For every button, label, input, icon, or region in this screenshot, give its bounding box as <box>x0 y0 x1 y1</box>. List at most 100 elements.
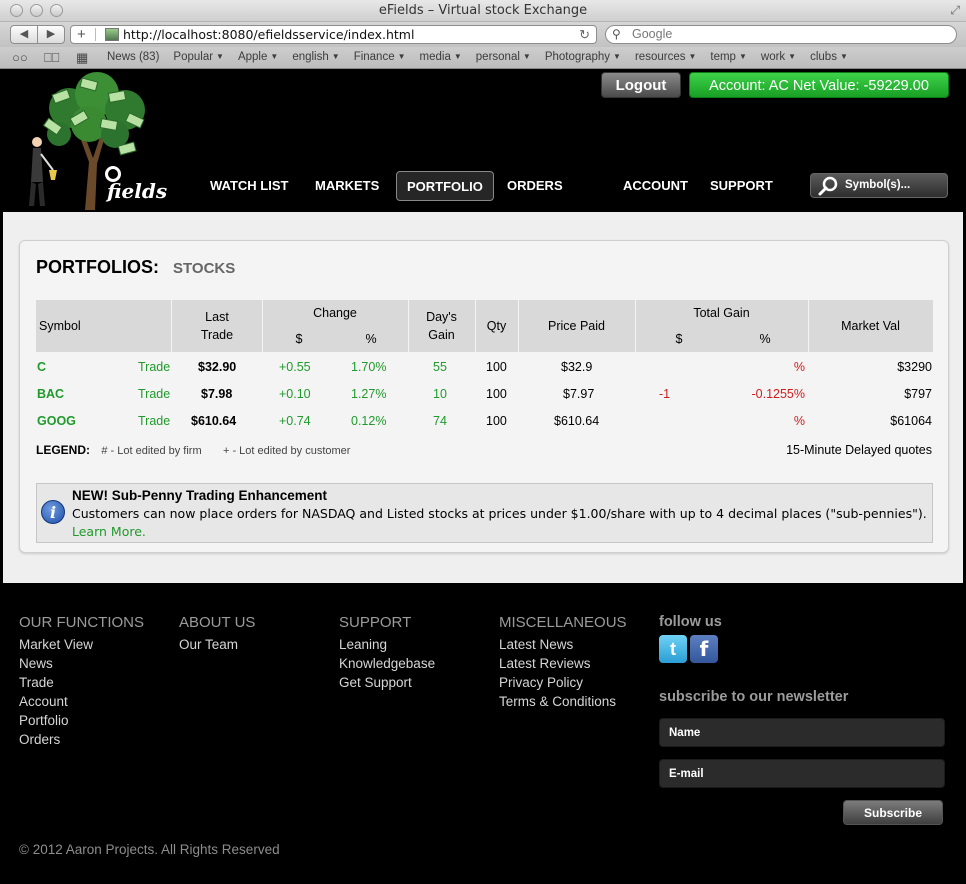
reload-icon[interactable]: ↻ <box>579 26 590 43</box>
bookmark-finance[interactable]: Finance ▼ <box>354 51 406 63</box>
table-row: BAC Trade $7.98 +0.10 1.27% 10 100 $7.97… <box>36 381 933 408</box>
bookmark-media[interactable]: media ▼ <box>420 51 462 63</box>
url-text[interactable]: http://localhost:8080/efieldsservice/ind… <box>123 27 414 42</box>
column-divider <box>171 300 172 352</box>
symbol-link[interactable]: BAC <box>37 387 64 401</box>
footer-link-latest-news[interactable]: Latest News <box>499 635 627 654</box>
bookmark-photography[interactable]: Photography ▼ <box>545 51 621 63</box>
footer-link-orders[interactable]: Orders <box>19 730 144 749</box>
footer-link-news[interactable]: News <box>19 654 144 673</box>
portfolio-panel: PORTFOLIOS: STOCKS Symbol Last Trade Cha… <box>19 240 949 553</box>
delayed-quotes-note: 15-Minute Delayed quotes <box>786 443 932 457</box>
learn-more-link[interactable]: Learn More. <box>72 524 146 539</box>
qty-value: 100 <box>486 414 507 428</box>
symbol-search-placeholder: Symbol(s)... <box>845 179 911 191</box>
col-last-trade-1[interactable]: Last <box>186 308 248 326</box>
footer-link-leaning[interactable]: Leaning <box>339 635 435 654</box>
change-pct-value: 1.70% <box>351 360 387 374</box>
notice-title: NEW! Sub-Penny Trading Enhancement <box>72 488 328 503</box>
site-favicon-icon <box>105 28 119 41</box>
footer-heading: OUR FUNCTIONS <box>19 614 144 631</box>
bookmark-resources[interactable]: resources ▼ <box>635 51 696 63</box>
footer-link-knowledgebase[interactable]: Knowledgebase <box>339 654 435 673</box>
copyright: © 2012 Aaron Projects. All Rights Reserv… <box>19 842 280 857</box>
bookmark-english[interactable]: english ▼ <box>292 51 339 63</box>
footer-link-portfolio[interactable]: Portfolio <box>19 711 144 730</box>
total-gain-value: -1 <box>659 387 671 401</box>
bookmark-popular[interactable]: Popular ▼ <box>173 51 224 63</box>
subscribe-button[interactable]: Subscribe <box>843 800 943 825</box>
efields-logo[interactable]: fields <box>23 70 168 212</box>
footer-link-our-team[interactable]: Our Team <box>179 635 255 654</box>
col-days-gain-1[interactable]: Day's <box>408 308 475 326</box>
search-placeholder: Google <box>632 27 673 41</box>
footer-heading: SUPPORT <box>339 614 412 631</box>
footer-link-privacy[interactable]: Privacy Policy <box>499 673 627 692</box>
nav-portfolio[interactable]: PORTFOLIO <box>396 171 494 201</box>
col-change-pct: % <box>365 332 377 346</box>
logo-wordmark: fields <box>105 179 167 203</box>
nav-support[interactable]: SUPPORT <box>710 171 773 201</box>
col-market-val[interactable]: Market Val <box>808 317 933 335</box>
symbol-search-field[interactable]: Symbol(s)... <box>810 173 948 198</box>
footer-link-get-support[interactable]: Get Support <box>339 673 435 692</box>
window-title: eFields – Virtual stock Exchange <box>378 3 588 18</box>
add-bookmark-icon[interactable]: + <box>77 26 86 43</box>
newsletter-email-field[interactable]: E-mail <box>659 759 945 788</box>
qty-value: 100 <box>486 360 507 374</box>
trade-link[interactable]: Trade <box>138 387 170 401</box>
col-price-paid[interactable]: Price Paid <box>518 317 635 335</box>
back-button[interactable]: ◀ <box>11 26 37 43</box>
col-total-gain[interactable]: Total Gain <box>635 304 808 322</box>
newsletter-name-field[interactable]: Name <box>659 718 945 747</box>
bookmark-work[interactable]: work ▼ <box>761 51 796 63</box>
col-days-gain-2[interactable]: Gain <box>408 326 475 344</box>
col-change[interactable]: Change <box>262 304 408 322</box>
bookmark-personal[interactable]: personal ▼ <box>476 51 531 63</box>
bookmark-apple[interactable]: Apple ▼ <box>238 51 278 63</box>
address-bar[interactable]: + http://localhost:8080/efieldsservice/i… <box>70 25 597 44</box>
table-row: C Trade $32.90 +0.55 1.70% 55 100 $32.9 … <box>36 354 933 381</box>
change-value: +0.10 <box>279 387 311 401</box>
col-last-trade-2[interactable]: Trade <box>186 326 248 344</box>
reading-list-icon[interactable]: ○○ <box>12 50 28 65</box>
total-gain-pct-value: % <box>793 414 805 428</box>
facebook-icon[interactable]: f <box>690 635 718 663</box>
follow-us-heading: follow us <box>659 614 722 630</box>
footer-heading: ABOUT US <box>179 614 256 631</box>
fullscreen-icon[interactable]: ⤢ <box>950 3 960 18</box>
bookmark-clubs[interactable]: clubs ▼ <box>810 51 848 63</box>
footer-col-support: SUPPORT Leaning Knowledgebase Get Suppor… <box>339 614 435 692</box>
market-val-value: $797 <box>904 387 932 401</box>
nav-orders[interactable]: ORDERS <box>507 171 563 201</box>
col-qty[interactable]: Qty <box>475 317 518 335</box>
bookmark-temp[interactable]: temp ▼ <box>710 51 747 63</box>
footer-link-trade[interactable]: Trade <box>19 673 144 692</box>
col-symbol[interactable]: Symbol <box>39 317 81 335</box>
footer-link-latest-reviews[interactable]: Latest Reviews <box>499 654 627 673</box>
footer-link-market-view[interactable]: Market View <box>19 635 144 654</box>
trade-link[interactable]: Trade <box>138 414 170 428</box>
price-paid-value: $32.9 <box>561 360 593 374</box>
nav-account[interactable]: ACCOUNT <box>623 171 688 201</box>
symbol-link[interactable]: C <box>37 360 46 374</box>
account-net-value-badge[interactable]: Account: AC Net Value: -59229.00 <box>689 72 949 98</box>
table-row: GOOG Trade $610.64 +0.74 0.12% 74 100 $6… <box>36 408 933 435</box>
nav-watch-list[interactable]: WATCH LIST <box>210 171 288 201</box>
logout-button[interactable]: Logout <box>601 72 681 98</box>
page-title: PORTFOLIOS: <box>36 257 159 277</box>
site-header: fields Logout Account: AC Net Value: -59… <box>3 70 963 212</box>
newsletter-heading: subscribe to our newsletter <box>659 689 849 705</box>
days-gain-value: 10 <box>433 387 447 401</box>
footer-link-terms[interactable]: Terms & Conditions <box>499 692 627 711</box>
top-sites-grid-icon[interactable]: ▦ <box>76 50 88 66</box>
symbol-link[interactable]: GOOG <box>37 414 76 428</box>
forward-button[interactable]: ▶ <box>37 26 64 43</box>
trade-link[interactable]: Trade <box>138 360 170 374</box>
footer-link-account[interactable]: Account <box>19 692 144 711</box>
browser-search-field[interactable]: ⚲ Google <box>605 25 957 44</box>
bookmark-news[interactable]: News (83) <box>107 51 159 63</box>
twitter-icon[interactable]: t <box>659 635 687 663</box>
nav-markets[interactable]: MARKETS <box>315 171 379 201</box>
bookmarks-book-icon[interactable]: ⎕⎕ <box>44 50 60 66</box>
